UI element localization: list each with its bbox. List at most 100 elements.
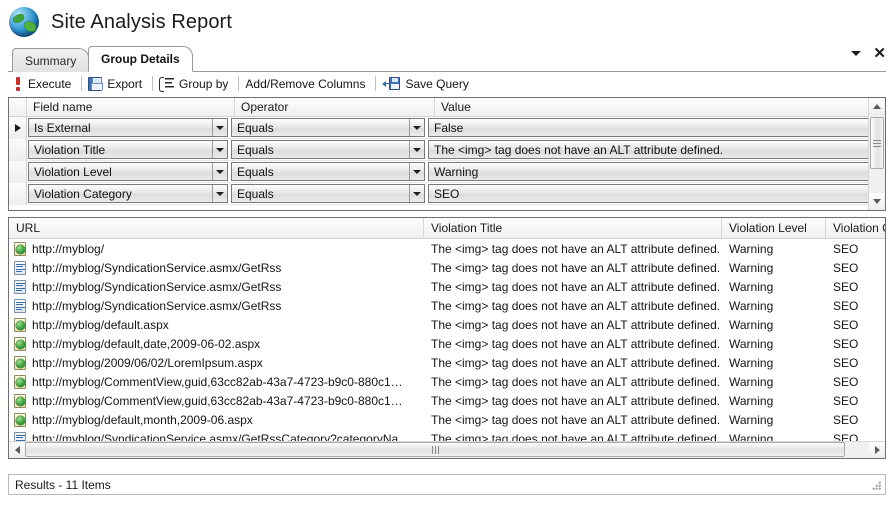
- results-horizontal-scrollbar[interactable]: [9, 441, 885, 458]
- resize-grip-icon[interactable]: [872, 481, 882, 491]
- group-by-button[interactable]: Group by: [156, 76, 235, 92]
- results-cell-violation-category: SEO: [833, 279, 859, 294]
- results-header-violation-title[interactable]: Violation Title: [424, 218, 722, 238]
- filter-operator-value-1: Equals: [237, 142, 274, 157]
- chevron-down-icon[interactable]: [212, 119, 227, 136]
- filter-row[interactable]: Is External Equals False: [9, 116, 885, 139]
- results-scroll-thumb[interactable]: [25, 442, 845, 457]
- filter-operator-select-1[interactable]: Equals: [231, 140, 425, 159]
- table-row[interactable]: http://myblog/SyndicationService.asmx/Ge…: [9, 277, 885, 296]
- filter-operator-select-2[interactable]: Equals: [231, 162, 425, 181]
- table-row[interactable]: http://myblog/SyndicationService.asmx/Ge…: [9, 296, 885, 315]
- chevron-down-icon[interactable]: [409, 163, 424, 180]
- filter-value-select-2[interactable]: Warning: [428, 162, 885, 181]
- add-remove-columns-button[interactable]: Add/Remove Columns: [242, 76, 372, 92]
- xml-page-icon: [14, 298, 27, 313]
- toolbar-separator: [81, 76, 83, 91]
- filter-header-field-name: Field name: [27, 98, 235, 116]
- table-row[interactable]: http://myblog/SyndicationService.asmx/Ge…: [9, 258, 885, 277]
- table-row[interactable]: http://myblog/default,date,2009-06-02.as…: [9, 334, 885, 353]
- scroll-right-icon[interactable]: [869, 442, 885, 458]
- tab-group-details[interactable]: Group Details: [88, 46, 193, 72]
- xml-page-icon: [14, 279, 27, 294]
- table-row[interactable]: http://myblog/The <img> tag does not hav…: [9, 239, 885, 258]
- results-scroll-track[interactable]: [25, 442, 869, 458]
- save-disk-icon: [88, 76, 104, 91]
- chevron-down-icon[interactable]: [851, 51, 862, 56]
- filter-field-select-2[interactable]: Violation Level: [28, 162, 228, 181]
- execute-button[interactable]: Execute: [10, 76, 78, 92]
- filter-operator-select-3[interactable]: Equals: [231, 184, 425, 203]
- filter-row[interactable]: Violation Title Equals The <img> tag doe…: [9, 138, 885, 161]
- results-url-text: http://myblog/default,date,2009-06-02.as…: [32, 336, 261, 351]
- scroll-up-icon[interactable]: [869, 98, 885, 115]
- results-cell-violation-title: The <img> tag does not have an ALT attri…: [431, 412, 721, 427]
- scroll-down-icon[interactable]: [869, 193, 885, 210]
- filter-row[interactable]: Violation Category Equals SEO: [9, 182, 885, 205]
- chevron-down-icon[interactable]: [409, 119, 424, 136]
- add-remove-columns-label: Add/Remove Columns: [245, 76, 366, 91]
- filter-row[interactable]: Violation Level Equals Warning: [9, 160, 885, 183]
- globe-icon: [9, 7, 39, 37]
- filter-field-select-1[interactable]: Violation Title: [28, 140, 228, 159]
- current-row-caret-icon: [14, 123, 21, 132]
- results-header-url[interactable]: URL: [9, 218, 424, 238]
- results-header-violation-category[interactable]: Violation Ca: [826, 218, 885, 238]
- export-button[interactable]: Export: [85, 76, 149, 92]
- filter-row-selector[interactable]: [9, 160, 27, 183]
- results-cell-url: http://myblog/default,date,2009-06-02.as…: [9, 336, 424, 351]
- filter-value-value-0: False: [434, 120, 464, 135]
- table-row[interactable]: http://myblog/CommentView,guid,63cc82ab-…: [9, 372, 885, 391]
- results-cell-violation-level: Warning: [729, 279, 774, 294]
- filter-header-value: Value: [441, 100, 471, 114]
- filter-row-selector[interactable]: [9, 138, 27, 161]
- table-row[interactable]: http://myblog/2009/06/02/LoremIpsum.aspx…: [9, 353, 885, 372]
- chevron-down-icon[interactable]: [212, 163, 227, 180]
- filter-operator-select-0[interactable]: Equals: [231, 118, 425, 137]
- filter-value-select-0[interactable]: False: [428, 118, 885, 137]
- tab-summary-label: Summary: [25, 53, 77, 68]
- results-cell-violation-title: The <img> tag does not have an ALT attri…: [431, 298, 721, 313]
- filter-row-selector[interactable]: [9, 116, 27, 139]
- close-icon[interactable]: ✕: [873, 46, 886, 61]
- save-query-button[interactable]: Save Query: [379, 76, 475, 92]
- html-page-icon: [14, 393, 27, 408]
- results-cell-violation-title: The <img> tag does not have an ALT attri…: [431, 355, 721, 370]
- filter-value-value-3: SEO: [434, 186, 460, 201]
- table-row[interactable]: http://myblog/default.aspx The <img> tag …: [9, 315, 885, 334]
- results-cell-violation-title: The <img> tag does not have an ALT attri…: [431, 279, 721, 294]
- tab-summary[interactable]: Summary: [12, 48, 90, 72]
- filter-operator-value-0: Equals: [237, 120, 274, 135]
- results-cell-violation-level: Warning: [729, 393, 774, 408]
- chevron-down-icon[interactable]: [212, 185, 227, 202]
- filter-field-select-3[interactable]: Violation Category: [28, 184, 228, 203]
- results-cell-violation-level: Warning: [729, 412, 774, 427]
- html-page-icon: [14, 412, 27, 427]
- filter-operator-value-3: Equals: [237, 186, 274, 201]
- filter-value-select-1[interactable]: The <img> tag does not have an ALT attri…: [428, 140, 885, 159]
- scroll-left-icon[interactable]: [9, 442, 25, 458]
- table-row[interactable]: http://myblog/default,month,2009-06.aspx…: [9, 410, 885, 429]
- filter-operator-value-2: Equals: [237, 164, 274, 179]
- filter-scroll-thumb[interactable]: [870, 117, 884, 169]
- results-header-violation-level[interactable]: Violation Level: [722, 218, 826, 238]
- toolbar: Execute Export Group by Add/Remove Colum…: [0, 72, 894, 96]
- chevron-down-icon[interactable]: [409, 141, 424, 158]
- filter-header-operator: Operator: [235, 98, 435, 116]
- table-row[interactable]: http://myblog/CommentView,guid,63cc82ab-…: [9, 391, 885, 410]
- results-url-text: http://myblog/: [32, 241, 105, 256]
- chevron-down-icon[interactable]: [409, 185, 424, 202]
- chevron-down-icon[interactable]: [212, 141, 227, 158]
- results-cell-url: http://myblog/: [9, 241, 424, 256]
- results-cell-violation-title: The <img> tag does not have an ALT attri…: [431, 317, 721, 332]
- results-cell-violation-title: The <img> tag does not have an ALT attri…: [431, 241, 721, 256]
- filter-vertical-scrollbar[interactable]: [868, 98, 885, 210]
- results-cell-violation-level: Warning: [729, 317, 774, 332]
- html-page-icon: [14, 355, 27, 370]
- filter-value-select-3[interactable]: SEO: [428, 184, 885, 203]
- results-cell-violation-category: SEO: [833, 412, 859, 427]
- filter-field-value-3: Violation Category: [34, 186, 132, 201]
- results-url-text: http://myblog/CommentView,guid,63cc82ab-…: [32, 393, 403, 408]
- filter-row-selector[interactable]: [9, 182, 27, 205]
- filter-field-select-0[interactable]: Is External: [28, 118, 228, 137]
